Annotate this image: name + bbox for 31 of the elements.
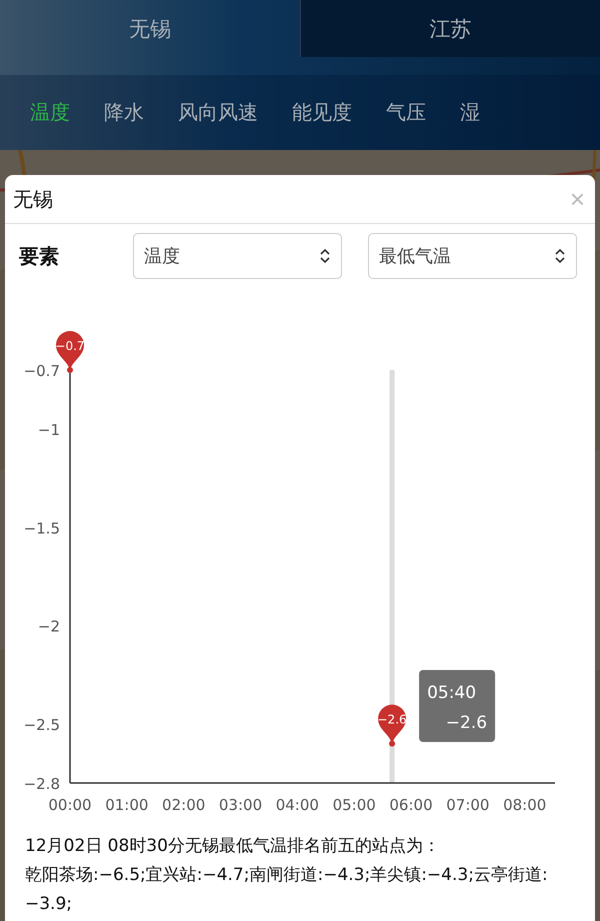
region-tab[interactable]: 江苏 — [300, 0, 600, 57]
x-tick-label: 03:00 — [218, 796, 262, 814]
tooltip-time: 05:40 — [427, 683, 476, 703]
summary-text: 12月02日 08时30分无锡最低气温排名前五的站点为： 乾阳茶场:−6.5;宜兴站:−4.7;南闸街道:−4.3;羊尖镇:−4.3;云亭街道:−3.9; — [24, 835, 549, 916]
x-tick-label: 07:00 — [446, 796, 490, 814]
dialog-title: 无锡 — [13, 186, 53, 212]
tooltip-value: −2.6 — [446, 713, 488, 733]
pin-marker: −2.6 — [378, 704, 407, 747]
y-tick-label: −2.5 — [24, 716, 60, 734]
select-field[interactable]: 温度 — [133, 233, 342, 279]
y-tick-label: −2.8 — [24, 775, 60, 793]
field-label: 要素 — [19, 242, 60, 270]
up-down-chevron-icon — [554, 248, 566, 264]
region-tab[interactable]: 无锡 — [0, 0, 300, 57]
element-tab[interactable]: 风向风速 — [170, 75, 266, 153]
up-down-chevron-icon — [319, 248, 331, 264]
y-tick-label: −1 — [38, 421, 60, 439]
x-tick-label: 08:00 — [503, 796, 546, 814]
element-tab[interactable]: 气压 — [378, 75, 434, 153]
x-tick-label: 01:00 — [105, 796, 148, 814]
x-tick-label: 06:00 — [389, 796, 433, 814]
x-tick-label: 00:00 — [48, 796, 92, 814]
y-tick-label: −2 — [38, 618, 60, 636]
element-tab[interactable]: 降水 — [96, 75, 152, 153]
y-tick-label: −1.5 — [24, 519, 60, 538]
x-tick-label: 05:00 — [332, 796, 376, 814]
x-tick-label: 04:00 — [276, 796, 319, 814]
x-tick-label: 02:00 — [162, 796, 206, 814]
select-field[interactable]: 最低气温 — [368, 233, 577, 279]
element-tab[interactable]: 湿 — [452, 75, 488, 153]
element-tab[interactable]: 能见度 — [284, 75, 360, 153]
